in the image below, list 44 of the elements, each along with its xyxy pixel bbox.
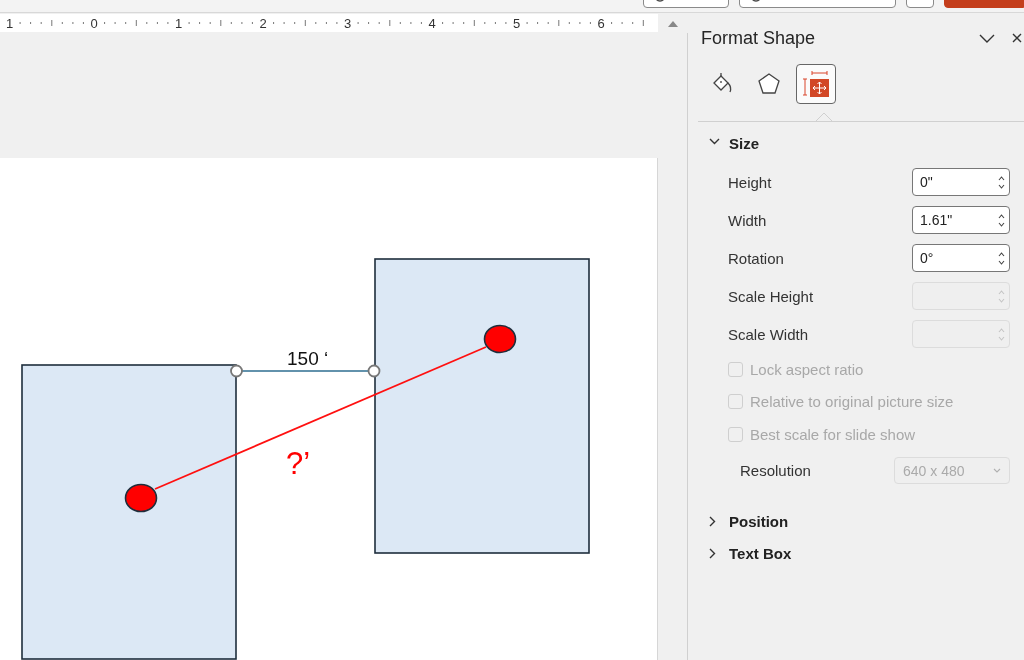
- caret-icon: [993, 468, 1001, 473]
- section-header[interactable]: Text Box: [688, 542, 792, 565]
- distance-label: ?’: [286, 446, 311, 481]
- dimension-label: 150 ‘: [287, 348, 329, 369]
- field-label: Width: [728, 211, 767, 229]
- pane-tab[interactable]: [796, 64, 836, 104]
- connector-handle[interactable]: [367, 364, 381, 378]
- spin-arrows-icon: [998, 213, 1005, 227]
- pentagon-icon: [757, 72, 781, 96]
- number-field[interactable]: 0": [912, 168, 1010, 196]
- field-label: Rotation: [728, 249, 784, 267]
- connector-handle[interactable]: [230, 364, 243, 378]
- section-header[interactable]: Position: [688, 510, 789, 533]
- spin-arrows-icon: [998, 289, 1005, 303]
- field-label: Scale Height: [728, 287, 814, 305]
- number-field[interactable]: 1.61": [912, 206, 1010, 234]
- pane-title: Format Shape: [701, 27, 816, 49]
- ruler-number: 2: [259, 15, 267, 31]
- ruler-number: 6: [597, 15, 605, 31]
- chevron-down-icon: [979, 33, 995, 43]
- ruler-number: 0: [90, 15, 98, 31]
- checkbox-label: Relative to original picture size: [750, 393, 954, 411]
- rectangle-shape[interactable]: [21, 364, 237, 660]
- ruler-number: 4: [428, 15, 436, 31]
- ruler-number: 1: [5, 15, 14, 31]
- close-icon: [1012, 33, 1022, 43]
- ruler-number: 3: [343, 15, 352, 31]
- size-properties-icon: [803, 71, 829, 97]
- spin-arrows-icon: [998, 175, 1005, 189]
- checkbox-label: Best scale for slide show: [750, 425, 916, 443]
- ellipse-shape[interactable]: [124, 483, 158, 513]
- number-field[interactable]: 0°: [912, 244, 1010, 272]
- ellipse-shape[interactable]: [483, 324, 517, 354]
- checkbox-label: Lock aspect ratio: [750, 360, 864, 378]
- field-label: Resolution: [740, 462, 811, 479]
- field-label: Scale Width: [728, 325, 809, 343]
- field-label: Height: [728, 173, 772, 191]
- ruler-number: 5: [512, 15, 521, 31]
- spin-arrows-icon: [998, 327, 1005, 341]
- measurement-line[interactable]: [154, 346, 487, 490]
- ruler-number: 1: [174, 15, 183, 31]
- rectangle-shape[interactable]: [374, 258, 590, 554]
- section-header[interactable]: Size: [688, 132, 759, 154]
- spin-arrows-icon: [998, 251, 1005, 265]
